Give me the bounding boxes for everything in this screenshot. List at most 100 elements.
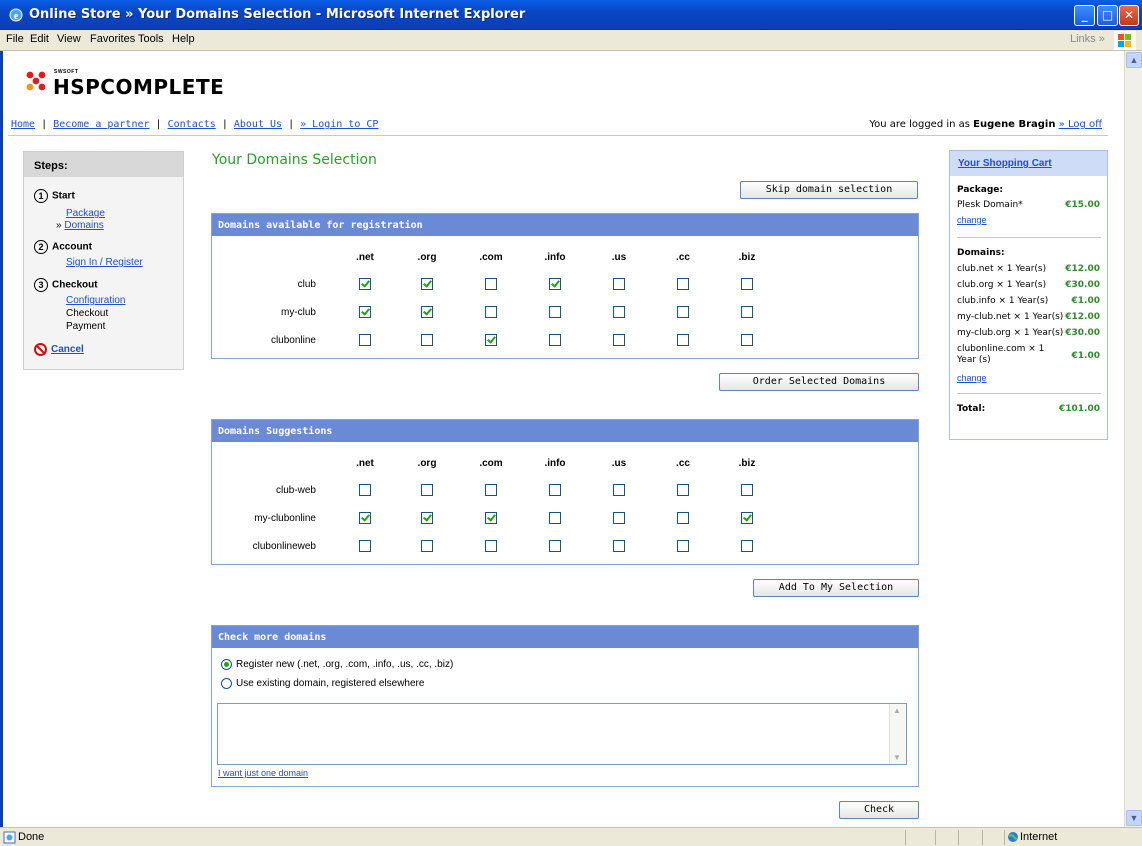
scroll-up-icon[interactable]: ▲ — [1126, 52, 1142, 68]
domain-checkbox[interactable] — [741, 334, 753, 346]
step-package-link[interactable]: Package — [66, 208, 105, 219]
cart-item-name: club.net × 1 Year(s) — [957, 264, 1047, 274]
status-divider — [905, 830, 906, 845]
logo-text: HSPCOMPLETE — [53, 75, 225, 99]
domain-checkbox[interactable] — [549, 334, 561, 346]
nav-become-partner[interactable]: Become a partner — [53, 119, 149, 130]
domain-checkbox[interactable] — [677, 306, 689, 318]
menu-view[interactable]: View — [57, 33, 81, 45]
domain-checkbox[interactable] — [359, 334, 371, 346]
domain-checkbox[interactable] — [677, 484, 689, 496]
tld-header: .org — [417, 252, 437, 263]
domain-checkbox[interactable] — [613, 334, 625, 346]
domain-checkbox[interactable] — [741, 540, 753, 552]
username: Eugene Bragin — [973, 119, 1056, 130]
domain-checkbox[interactable] — [741, 306, 753, 318]
domain-checkbox[interactable] — [421, 484, 433, 496]
domain-checkbox[interactable] — [485, 512, 497, 524]
domain-checkbox[interactable] — [613, 484, 625, 496]
domain-checkbox[interactable] — [549, 278, 561, 290]
domains-textarea[interactable]: ▲ ▼ — [217, 703, 907, 765]
nav-home[interactable]: Home — [11, 119, 35, 130]
domain-checkbox[interactable] — [359, 278, 371, 290]
domain-checkbox[interactable] — [677, 278, 689, 290]
domain-checkbox[interactable] — [421, 334, 433, 346]
cart-item-price: €1.00 — [1071, 296, 1100, 306]
package-name: Plesk Domain* — [957, 200, 1023, 210]
step-configuration-link[interactable]: Configuration — [66, 295, 125, 306]
maximize-button[interactable]: □ — [1097, 5, 1118, 26]
domain-checkbox[interactable] — [359, 512, 371, 524]
domain-checkbox[interactable] — [741, 278, 753, 290]
one-domain-link[interactable]: I want just one domain — [218, 768, 308, 778]
cancel-link-wrap[interactable]: Cancel — [34, 343, 84, 356]
domain-checkbox[interactable] — [421, 278, 433, 290]
domain-checkbox[interactable] — [359, 306, 371, 318]
close-window-button[interactable]: ✕ — [1119, 5, 1139, 26]
textarea-scrollbar[interactable]: ▲ ▼ — [889, 704, 906, 764]
domain-checkbox[interactable] — [677, 540, 689, 552]
scroll-down-icon[interactable]: ▼ — [1126, 810, 1142, 826]
package-change-link[interactable]: change — [957, 215, 987, 225]
divider — [957, 237, 1101, 238]
domain-checkbox[interactable] — [613, 306, 625, 318]
domain-checkbox[interactable] — [549, 512, 561, 524]
step-domains-link[interactable]: Domains — [64, 220, 103, 231]
domain-checkbox[interactable] — [613, 540, 625, 552]
domain-name-label: club — [297, 279, 316, 290]
domain-checkbox[interactable] — [359, 484, 371, 496]
step-payment-label: Payment — [66, 321, 106, 332]
logoff-link[interactable]: » Log off — [1059, 119, 1102, 130]
domain-checkbox[interactable] — [549, 540, 561, 552]
minimize-button[interactable]: _ — [1074, 5, 1095, 26]
shopping-cart-title[interactable]: Your Shopping Cart — [958, 158, 1052, 169]
domain-checkbox[interactable] — [677, 512, 689, 524]
links-toolbar[interactable]: Links » — [1070, 33, 1105, 45]
domain-checkbox[interactable] — [613, 278, 625, 290]
tld-header: .biz — [738, 252, 756, 263]
menu-file[interactable]: File — [6, 33, 24, 45]
domains-change-link[interactable]: change — [957, 373, 987, 383]
domain-checkbox[interactable] — [359, 540, 371, 552]
page-scrollbar[interactable]: ▲ ▼ — [1124, 51, 1142, 827]
cart-item-price: €30.00 — [1065, 328, 1100, 338]
register-new-radio[interactable] — [221, 659, 232, 670]
domain-checkbox[interactable] — [549, 484, 561, 496]
domain-checkbox[interactable] — [421, 540, 433, 552]
domain-checkbox[interactable] — [741, 484, 753, 496]
cart-item-price: €30.00 — [1065, 280, 1100, 290]
security-zone: Internet — [1020, 831, 1058, 843]
tld-header: .cc — [676, 458, 690, 469]
cancel-link[interactable]: Cancel — [51, 344, 84, 355]
page-title: Your Domains Selection — [212, 152, 377, 168]
use-existing-radio[interactable] — [221, 678, 232, 689]
tld-header: .org — [417, 458, 437, 469]
add-to-my-selection-button[interactable]: Add To My Selection — [753, 579, 919, 597]
order-selected-domains-button[interactable]: Order Selected Domains — [719, 373, 919, 391]
check-button[interactable]: Check — [839, 801, 919, 819]
domain-checkbox[interactable] — [485, 306, 497, 318]
nav-about-us[interactable]: About Us — [234, 119, 282, 130]
domain-checkbox[interactable] — [613, 512, 625, 524]
domain-checkbox[interactable] — [677, 334, 689, 346]
domain-checkbox[interactable] — [421, 512, 433, 524]
tld-header: .cc — [676, 252, 690, 263]
menu-favorites[interactable]: Favorites — [90, 33, 135, 45]
domain-checkbox[interactable] — [485, 484, 497, 496]
menu-tools[interactable]: Tools — [138, 33, 164, 45]
domain-checkbox[interactable] — [485, 278, 497, 290]
nav-login-cp[interactable]: » Login to CP — [300, 119, 378, 130]
domain-checkbox[interactable] — [421, 306, 433, 318]
nav-contacts[interactable]: Contacts — [168, 119, 216, 130]
domain-checkbox[interactable] — [549, 306, 561, 318]
status-bar: Done Internet — [0, 827, 1142, 846]
step-signin-link[interactable]: Sign In / Register — [66, 257, 143, 268]
domain-checkbox[interactable] — [741, 512, 753, 524]
menu-help[interactable]: Help — [172, 33, 195, 45]
menu-edit[interactable]: Edit — [30, 33, 49, 45]
domain-checkbox[interactable] — [485, 334, 497, 346]
skip-domain-selection-button[interactable]: Skip domain selection — [740, 181, 918, 199]
domain-checkbox[interactable] — [485, 540, 497, 552]
panel-title: Check more domains — [212, 626, 918, 648]
minimize-icon: _ — [1081, 8, 1088, 22]
